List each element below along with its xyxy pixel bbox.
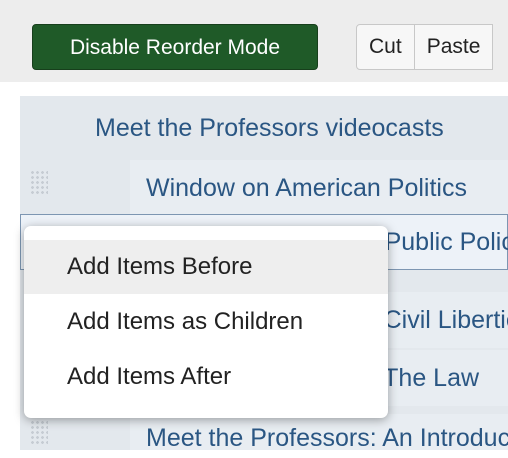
cut-button[interactable]: Cut — [356, 24, 415, 70]
menu-item-add-items-before[interactable]: Add Items Before — [24, 240, 388, 294]
menu-item-add-items-after[interactable]: Add Items After — [24, 350, 388, 404]
tree-item-label: Window on American Politics — [146, 174, 467, 202]
context-menu: Add Items Before Add Items as Children A… — [24, 226, 388, 418]
toolbar: Disable Reorder Mode Cut Paste — [0, 0, 508, 82]
drag-handle-icon[interactable] — [30, 170, 48, 196]
tree-item-label: Meet the Professors: An Introduction — [146, 424, 508, 452]
drag-handle-icon[interactable] — [30, 420, 48, 446]
menu-item-add-items-as-children[interactable]: Add Items as Children — [24, 295, 388, 349]
tree-item-window-on-american-politics[interactable]: Window on American Politics — [130, 160, 508, 216]
paste-button[interactable]: Paste — [414, 24, 494, 70]
disable-reorder-mode-button[interactable]: Disable Reorder Mode — [32, 24, 318, 70]
edit-button-group: Cut Paste — [356, 24, 508, 70]
tree-item[interactable]: Meet the Professors: An Introduction — [130, 414, 508, 452]
tree-parent-item[interactable]: Meet the Professors videocasts — [95, 108, 508, 148]
